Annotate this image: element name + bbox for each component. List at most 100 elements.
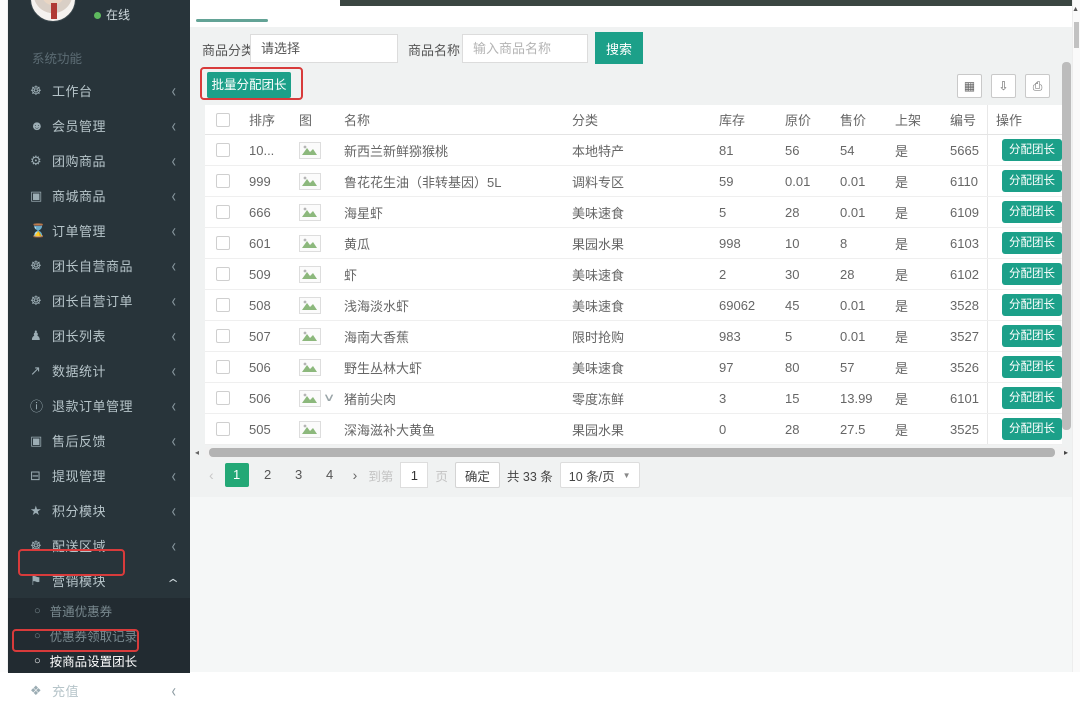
row-checkbox[interactable] — [216, 174, 230, 188]
col-header-action: 操作 — [987, 105, 1062, 134]
select-all-checkbox[interactable] — [216, 113, 230, 127]
sidebar-item-8[interactable]: ↗数据统计‹ — [8, 353, 190, 388]
columns-icon[interactable]: ▦ — [957, 74, 982, 98]
sidebar-item-10[interactable]: ▣售后反馈‹ — [8, 423, 190, 458]
online-status: 在线 — [94, 6, 130, 23]
cell-sale-price: 13.99 — [832, 391, 887, 406]
product-name-label: 商品名称 — [408, 40, 460, 59]
user-avatar[interactable] — [30, 0, 76, 22]
sidebar-item-0[interactable]: ☸工作台‹ — [8, 73, 190, 108]
page-number-2[interactable]: 2 — [256, 463, 280, 487]
table-row: 666海星虾美味速食5280.01是6109分配团长 — [205, 197, 1062, 228]
assign-leader-button[interactable]: 分配团长 — [1002, 356, 1062, 378]
sidebar-item-label: 团购商品 — [52, 151, 106, 170]
sidebar-item-label: 团长列表 — [52, 326, 106, 345]
sidebar-item-2[interactable]: ⚙团购商品‹ — [8, 143, 190, 178]
sidebar-item-label: 团长自营商品 — [52, 256, 133, 275]
sidebar-item-3[interactable]: ▣商城商品‹ — [8, 178, 190, 213]
row-checkbox[interactable] — [216, 422, 230, 436]
cell-sort: 666 — [241, 205, 291, 220]
assign-leader-button[interactable]: 分配团长 — [1002, 263, 1062, 285]
assign-leader-button[interactable]: 分配团长 — [1002, 325, 1062, 347]
cell-name: 鲁花花生油（非转基因）5L — [336, 172, 564, 191]
cell-category: 果园水果 — [564, 234, 711, 253]
horizontal-scrollbar[interactable] — [205, 447, 1067, 458]
chevron-down-icon[interactable]: ∨ — [323, 391, 336, 404]
row-checkbox[interactable] — [216, 205, 230, 219]
assign-leader-button[interactable]: 分配团长 — [1002, 418, 1062, 440]
product-name-input[interactable] — [462, 34, 588, 63]
page-number-1[interactable]: 1 — [225, 463, 249, 487]
batch-assign-leader-button[interactable]: 批量分配团长 — [207, 72, 291, 98]
horizontal-scrollbar-thumb[interactable] — [209, 448, 1055, 457]
cell-sort: 508 — [241, 298, 291, 313]
assign-leader-button[interactable]: 分配团长 — [1002, 201, 1062, 223]
cell-listed: 是 — [887, 420, 942, 439]
page-vertical-scrollbar[interactable]: ▲ — [1072, 0, 1080, 672]
sidebar-item-9[interactable]: ⓘ退款订单管理‹ — [8, 388, 190, 423]
row-checkbox[interactable] — [216, 391, 230, 405]
cell-image — [291, 265, 336, 282]
goto-confirm-button[interactable]: 确定 — [455, 462, 500, 488]
cell-stock: 3 — [711, 391, 777, 406]
next-page-arrow[interactable]: › — [349, 467, 362, 483]
sidebar-item-label: 会员管理 — [52, 116, 106, 135]
row-checkbox[interactable] — [216, 329, 230, 343]
sidebar-item-4[interactable]: ⌛订单管理‹ — [8, 213, 190, 248]
row-checkbox[interactable] — [216, 236, 230, 250]
cell-action: 分配团长 — [987, 135, 1062, 165]
assign-leader-button[interactable]: 分配团长 — [1002, 294, 1062, 316]
row-checkbox[interactable] — [216, 267, 230, 281]
table-vertical-scrollbar-thumb[interactable] — [1062, 62, 1071, 430]
search-button[interactable]: 搜索 — [595, 32, 643, 64]
cell-action: 分配团长 — [987, 166, 1062, 196]
cell-orig-price: 56 — [777, 143, 832, 158]
row-checkbox[interactable] — [216, 143, 230, 157]
sidebar-item-12[interactable]: ★积分模块‹ — [8, 493, 190, 528]
sidebar-item-5[interactable]: ☸团长自营商品‹ — [8, 248, 190, 283]
page-number-3[interactable]: 3 — [287, 463, 311, 487]
chevron-left-icon: ‹ — [172, 360, 176, 381]
sidebar-item-13[interactable]: ☸配送区域‹ — [8, 528, 190, 563]
hscroll-right-arrow-icon[interactable]: ▸ — [1064, 448, 1068, 457]
sidebar-item-11[interactable]: ⊟提现管理‹ — [8, 458, 190, 493]
cell-sale-price: 0.01 — [832, 298, 887, 313]
prev-page-arrow[interactable]: ‹ — [205, 467, 218, 483]
dashboard-icon: ☸ — [30, 538, 52, 554]
hscroll-left-arrow-icon[interactable]: ◂ — [195, 448, 199, 457]
sidebar-item-7[interactable]: ♟团长列表‹ — [8, 318, 190, 353]
page-vertical-scrollbar-thumb[interactable] — [1074, 22, 1079, 48]
cell-listed: 是 — [887, 141, 942, 160]
sidebar-subitem-0[interactable]: ○普通优惠券 — [8, 598, 190, 623]
assign-leader-button[interactable]: 分配团长 — [1002, 170, 1062, 192]
cell-name: 猪前尖肉 — [336, 389, 564, 408]
page-number-4[interactable]: 4 — [318, 463, 342, 487]
sidebar-item-6[interactable]: ☸团长自营订单‹ — [8, 283, 190, 318]
cell-action: 分配团长 — [987, 259, 1062, 289]
assign-leader-button[interactable]: 分配团长 — [1002, 232, 1062, 254]
sidebar-subitem-2[interactable]: ○按商品设置团长 — [8, 648, 190, 673]
col-header-sort: 排序 — [241, 110, 291, 129]
vscroll-up-arrow-icon[interactable]: ▲ — [1072, 6, 1079, 13]
chevron-left-icon: ‹ — [172, 150, 176, 171]
assign-leader-button[interactable]: 分配团长 — [1002, 139, 1062, 161]
sidebar-item-14[interactable]: ⚑营销模块‹ — [8, 563, 190, 598]
goto-page-input[interactable] — [400, 462, 428, 488]
cell-listed: 是 — [887, 296, 942, 315]
top-dark-bar — [340, 0, 1080, 6]
category-select[interactable]: 请选择 — [250, 34, 398, 63]
table-row: 601黄瓜果园水果998108是6103分配团长 — [205, 228, 1062, 259]
print-icon[interactable]: ⎙ — [1025, 74, 1050, 98]
sidebar-item-1[interactable]: ☻会员管理‹ — [8, 108, 190, 143]
cell-sn: 3526 — [942, 360, 987, 375]
row-checkbox[interactable] — [216, 298, 230, 312]
assign-leader-button[interactable]: 分配团长 — [1002, 387, 1062, 409]
table-row: 507海南大香蕉限时抢购98350.01是3527分配团长 — [205, 321, 1062, 352]
row-checkbox[interactable] — [216, 360, 230, 374]
cell-listed: 是 — [887, 203, 942, 222]
export-icon[interactable]: ⇩ — [991, 74, 1016, 98]
category-label: 商品分类 — [202, 40, 254, 59]
sidebar-subitem-1[interactable]: ○优惠券领取记录 — [8, 623, 190, 648]
sidebar-item-recharge[interactable]: ❖充值‹ — [8, 673, 190, 708]
page-size-select[interactable]: 10 条/页 ▼ — [560, 462, 640, 488]
